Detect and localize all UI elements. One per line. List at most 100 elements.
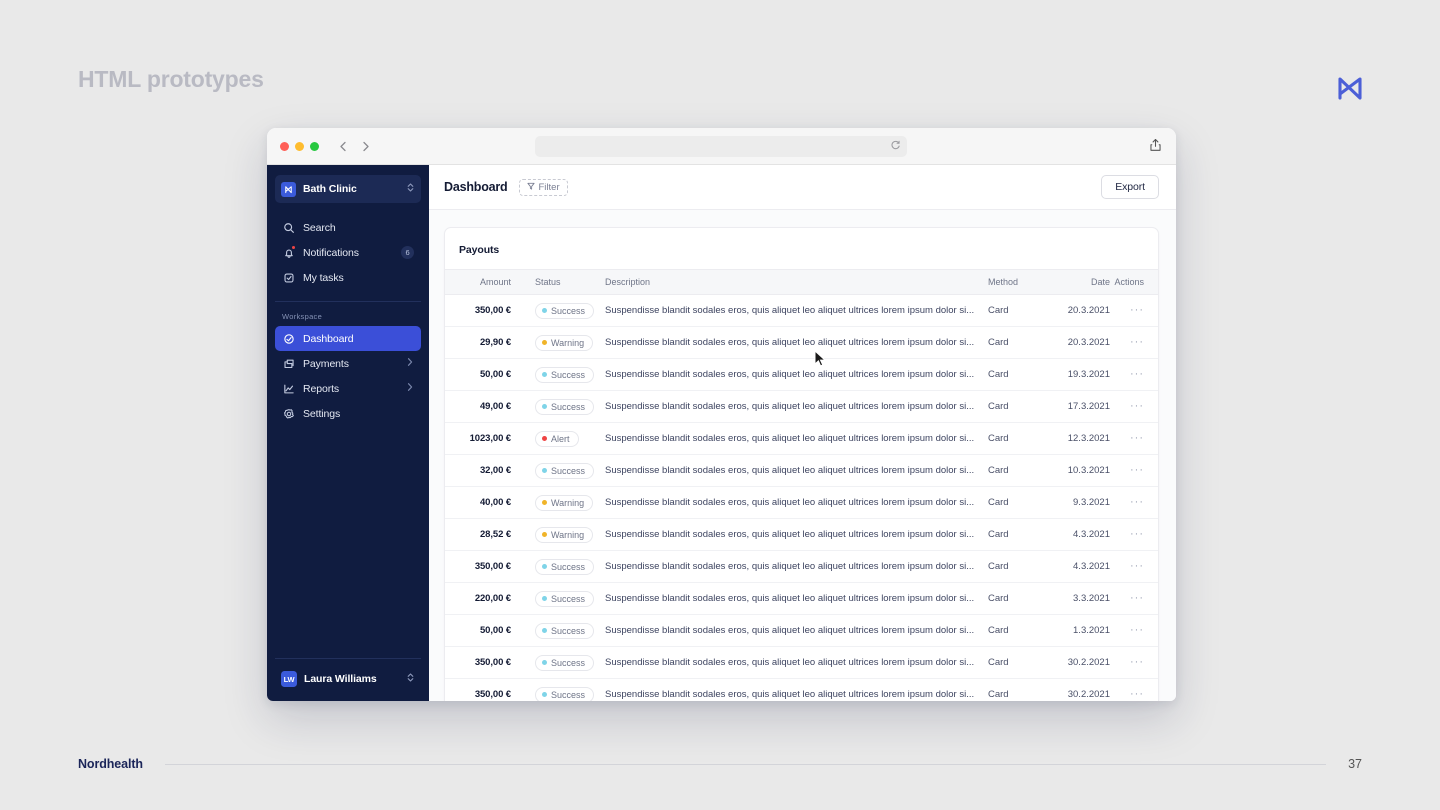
page-topbar: Dashboard Filter Export (429, 165, 1176, 210)
kebab-dots-icon[interactable]: ··· (1130, 656, 1144, 668)
kebab-dots-icon[interactable]: ··· (1130, 560, 1144, 572)
cell-date: 20.3.2021 (1036, 326, 1110, 359)
description-text: Suspendisse blandit sodales eros, quis a… (605, 497, 975, 508)
kebab-dots-icon[interactable]: ··· (1130, 400, 1144, 412)
cell-amount: 28,52 € (445, 518, 523, 551)
table-row[interactable]: 29,90 € Warning Suspendisse blandit sodale… (445, 326, 1158, 359)
table-row[interactable]: 220,00 € Success Suspendisse blandit sodal… (445, 582, 1158, 615)
status-label: Success (551, 305, 586, 316)
column-header-status[interactable]: Status (523, 269, 593, 295)
table-row[interactable]: 50,00 € Success Suspendisse blandit sodale… (445, 614, 1158, 647)
amount-value: 220,00 € (474, 593, 511, 604)
filter-label: Filter (538, 181, 560, 193)
status-badge: Success (535, 654, 595, 671)
cell-actions: ··· (1110, 390, 1158, 423)
kebab-dots-icon[interactable]: ··· (1130, 592, 1144, 604)
date-value: 3.3.2021 (1073, 593, 1110, 604)
status-dot-icon (542, 436, 547, 441)
status-dot-icon (542, 404, 547, 409)
kebab-dots-icon[interactable]: ··· (1130, 304, 1144, 316)
table-row[interactable]: 50,00 € Success Suspendisse blandit sodale… (445, 358, 1158, 391)
table-row[interactable]: 350,00 € Success Suspendisse blandit sodal… (445, 550, 1158, 583)
status-badge: Success (535, 590, 595, 607)
filter-button[interactable]: Filter (518, 178, 568, 196)
cell-method: Card (988, 358, 1036, 391)
status-dot-icon (542, 660, 547, 665)
sidebar-item-dashboard[interactable]: Dashboard (275, 326, 421, 351)
kebab-dots-icon[interactable]: ··· (1130, 432, 1144, 444)
cell-status: Success (523, 294, 595, 327)
kebab-dots-icon[interactable]: ··· (1130, 496, 1144, 508)
method-value: Card (988, 657, 1009, 668)
reload-icon[interactable] (890, 138, 901, 156)
payments-card-icon (282, 357, 295, 370)
cell-actions: ··· (1110, 454, 1158, 487)
status-badge: Success (535, 302, 595, 319)
app-shell: Bath Clinic Search Notifications 6 My ta… (267, 165, 1176, 701)
close-window-button[interactable] (280, 141, 289, 151)
kebab-dots-icon[interactable]: ··· (1130, 688, 1144, 700)
table-row[interactable]: 350,00 € Success Suspendisse blandit sodal… (445, 678, 1158, 701)
cell-date: 3.3.2021 (1036, 582, 1110, 615)
sidebar-item-notifications[interactable]: Notifications 6 (275, 240, 421, 265)
dashboard-circle-check-icon (282, 332, 295, 345)
column-header-actions: Actions (1110, 269, 1158, 295)
cell-description: Suspendisse blandit sodales eros, quis a… (593, 614, 988, 647)
minimize-window-button[interactable] (295, 141, 304, 151)
date-value: 20.3.2021 (1067, 337, 1110, 348)
window-controls[interactable] (280, 141, 319, 151)
column-header-amount[interactable]: Amount (445, 269, 523, 295)
kebab-dots-icon[interactable]: ··· (1130, 464, 1144, 476)
status-dot-icon (542, 468, 547, 473)
sidebar-item-label: Notifications (303, 246, 359, 259)
table-row[interactable]: 49,00 € Success Suspendisse blandit sodale… (445, 390, 1158, 423)
cell-actions: ··· (1110, 486, 1158, 519)
amount-value: 50,00 € (480, 625, 511, 636)
card-header: Payouts (445, 228, 1158, 269)
table-row[interactable]: 350,00 € Success Suspendisse blandit sodal… (445, 646, 1158, 679)
address-bar[interactable] (535, 136, 907, 157)
cell-amount: 220,00 € (445, 582, 523, 615)
column-header-description[interactable]: Description (593, 269, 988, 295)
column-header-method[interactable]: Method (988, 269, 1036, 295)
cell-date: 30.2.2021 (1036, 678, 1110, 701)
status-dot-icon (542, 596, 547, 601)
sidebar-item-payments[interactable]: Payments (275, 351, 421, 376)
user-profile-switcher[interactable]: LW Laura Williams (275, 666, 421, 692)
export-button[interactable]: Export (1101, 175, 1159, 199)
cell-status: Warning (523, 486, 594, 519)
cell-status: Success (523, 454, 595, 487)
cell-date: 12.3.2021 (1036, 422, 1110, 455)
kebab-dots-icon[interactable]: ··· (1130, 336, 1144, 348)
footer-divider (164, 763, 1327, 765)
kebab-dots-icon[interactable]: ··· (1130, 528, 1144, 540)
back-button[interactable] (338, 140, 349, 153)
table-row[interactable]: 28,52 € Warning Suspendisse blandit sodale… (445, 518, 1158, 551)
notification-dot (291, 245, 296, 250)
table-row[interactable]: 32,00 € Success Suspendisse blandit sodale… (445, 454, 1158, 487)
dashboard-page-title: Dashboard (444, 180, 508, 194)
sidebar-item-settings[interactable]: Settings (275, 401, 421, 426)
sidebar-item-reports[interactable]: Reports (275, 376, 421, 401)
maximize-window-button[interactable] (310, 141, 319, 151)
sidebar-item-my-tasks[interactable]: My tasks (275, 265, 421, 290)
kebab-dots-icon[interactable]: ··· (1130, 368, 1144, 380)
table-row[interactable]: 40,00 € Warning Suspendisse blandit sodale… (445, 486, 1158, 519)
date-value: 12.3.2021 (1067, 433, 1110, 444)
status-label: Success (551, 689, 586, 700)
table-row[interactable]: 350,00 € Success Suspendisse blandit sodal… (445, 294, 1158, 327)
forward-button[interactable] (360, 140, 371, 153)
cell-description: Suspendisse blandit sodales eros, quis a… (593, 294, 988, 327)
amount-value: 29,90 € (480, 337, 511, 348)
cell-status: Warning (523, 326, 594, 359)
cell-amount: 350,00 € (445, 678, 523, 701)
browser-titlebar (267, 128, 1176, 165)
chevron-up-down-icon (406, 670, 415, 688)
column-header-date[interactable]: Date (1036, 269, 1110, 295)
table-row[interactable]: 1023,00 € Alert Suspendisse blandit sodale… (445, 422, 1158, 455)
share-icon[interactable] (1149, 138, 1162, 157)
sidebar: Bath Clinic Search Notifications 6 My ta… (267, 165, 429, 701)
org-switcher[interactable]: Bath Clinic (275, 175, 421, 203)
sidebar-item-search[interactable]: Search (275, 215, 421, 240)
kebab-dots-icon[interactable]: ··· (1130, 624, 1144, 636)
